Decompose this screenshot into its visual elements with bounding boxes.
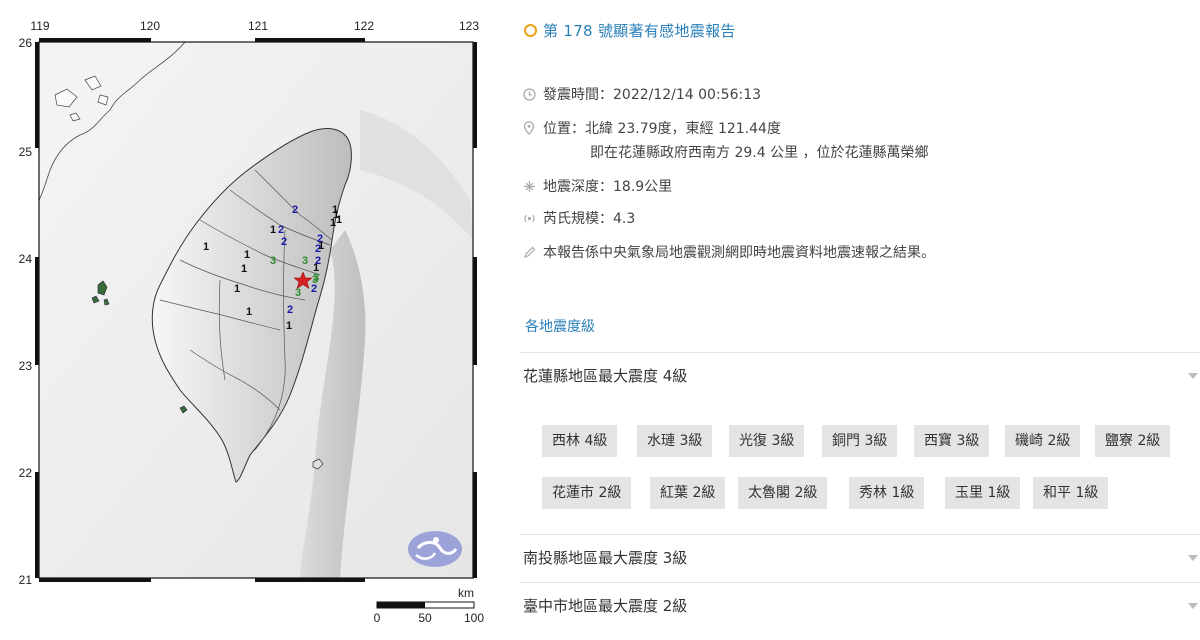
depth: 地震深度：18.9公里 (543, 179, 673, 195)
station-chip[interactable]: 鹽寮 2級 (1095, 425, 1171, 457)
pencil-icon (522, 245, 536, 259)
station-chip[interactable]: 銅門 3級 (822, 425, 898, 457)
scale-bar: km 0 50 100 (374, 586, 485, 625)
intensity-marker: 2 (292, 204, 298, 216)
region-label: 臺中市地區最大震度 2級 (523, 597, 688, 615)
lat-tick-label: 22 (19, 466, 33, 480)
station-chip[interactable]: 花蓮市 2級 (542, 477, 632, 509)
origin-time-row: 發震時間：2022/12/14 00:56:13 (522, 84, 761, 104)
lon-tick-label: 119 (30, 19, 49, 33)
depth-icon (522, 179, 536, 193)
latitude-ticks: 26 25 24 23 22 21 (19, 36, 33, 587)
lon-tick-label: 122 (354, 19, 374, 33)
intensity-marker: 2 (278, 224, 284, 236)
region-accordion-taichung[interactable]: 臺中市地區最大震度 2級 (520, 582, 1200, 628)
intensity-marker: 1 (241, 263, 247, 275)
intensity-marker: 1 (246, 306, 252, 318)
location-row: 位置：北緯 23.79度，東經 121.44度 (522, 118, 781, 138)
station-chip[interactable]: 磯崎 2級 (1005, 425, 1081, 457)
station-chip[interactable]: 和平 1級 (1033, 477, 1109, 509)
magnitude: 芮氏規模：4.3 (543, 211, 636, 227)
scale-label: 0 (374, 611, 381, 625)
longitude-ticks: 119 120 121 122 123 (30, 19, 479, 33)
intensity-marker: 1 (203, 241, 209, 253)
intensity-marker: 2 (287, 304, 293, 316)
intensity-marker: 1 (286, 320, 292, 332)
clock-icon (522, 87, 536, 101)
intensity-marker: 3 (270, 255, 276, 267)
region-label: 花蓮縣地區最大震度 4級 (523, 367, 688, 385)
magnitude-row: 芮氏規模：4.3 (522, 208, 635, 228)
circle-bullet-icon (524, 24, 537, 37)
chevron-down-icon (1188, 554, 1198, 561)
scale-label: 50 (418, 611, 432, 625)
location: 位置：北緯 23.79度，東經 121.44度 (543, 121, 781, 137)
station-chip[interactable]: 太魯閣 2級 (738, 477, 828, 509)
intensity-marker: 1 (333, 209, 339, 221)
lat-tick-label: 26 (19, 36, 33, 50)
intensity-marker: 1 (313, 262, 319, 274)
map-svg: 119 120 121 122 123 26 25 24 23 22 21 2 … (19, 19, 485, 625)
station-chip[interactable]: 西林 4級 (542, 425, 618, 457)
station-chip[interactable]: 秀林 1級 (849, 477, 925, 509)
magnitude-icon (522, 211, 536, 225)
station-chip[interactable]: 光復 3級 (729, 425, 805, 457)
station-chip[interactable]: 玉里 1級 (945, 477, 1021, 509)
lat-tick-label: 25 (19, 145, 33, 159)
lon-tick-label: 121 (248, 19, 268, 33)
report-title: 第 178 號顯著有感地震報告 (543, 22, 736, 40)
depth-row: 地震深度：18.9公里 (522, 176, 672, 196)
report-title-row: 第 178 號顯著有感地震報告 (524, 20, 736, 41)
seismic-intensity-map: 119 120 121 122 123 26 25 24 23 22 21 2 … (0, 0, 500, 640)
region-accordion-hualien[interactable]: 花蓮縣地區最大震度 4級 (520, 352, 1200, 398)
lat-tick-label: 24 (19, 252, 33, 266)
station-chip[interactable]: 紅葉 2級 (650, 477, 726, 509)
scale-unit: km (458, 586, 474, 600)
intensity-marker: 1 (270, 224, 276, 236)
chevron-down-icon (1188, 602, 1198, 609)
region-label: 南投縣地區最大震度 3級 (523, 549, 688, 567)
intensity-marker: 3 (302, 255, 308, 267)
map-pin-icon (522, 121, 536, 135)
lon-tick-label: 120 (140, 19, 160, 33)
intensity-marker: 3 (295, 287, 301, 299)
origin-time: 發震時間：2022/12/14 00:56:13 (543, 87, 762, 103)
cwb-logo (408, 531, 462, 567)
intensity-section-label: 各地震度級 (525, 319, 595, 335)
intensity-marker: 2 (281, 236, 287, 248)
lat-tick-label: 21 (19, 573, 33, 587)
station-chip[interactable]: 水璉 3級 (637, 425, 713, 457)
intensity-marker: 1 (244, 249, 250, 261)
intensity-marker: 1 (234, 283, 240, 295)
intensity-marker: 2 (311, 283, 317, 295)
region-accordion-nantou[interactable]: 南投縣地區最大震度 3級 (520, 534, 1200, 580)
lat-tick-label: 23 (19, 359, 33, 373)
station-chip[interactable]: 西寶 3級 (914, 425, 990, 457)
earthquake-report: 第 178 號顯著有感地震報告 發震時間：2022/12/14 00:56:13… (520, 0, 1200, 640)
scale-label: 100 (464, 611, 484, 625)
intensity-marker: 1 (318, 240, 324, 252)
location-detail: 即在花蓮縣政府西南方 29.4 公里 ，位於花蓮縣萬榮鄉 (590, 145, 929, 161)
chevron-down-icon (1188, 372, 1198, 379)
note-row: 本報告係中央氣象局地震觀測網即時地震資料地震速報之結果。 (522, 242, 935, 262)
lon-tick-label: 123 (459, 19, 479, 33)
report-note: 本報告係中央氣象局地震觀測網即時地震資料地震速報之結果。 (543, 245, 935, 261)
